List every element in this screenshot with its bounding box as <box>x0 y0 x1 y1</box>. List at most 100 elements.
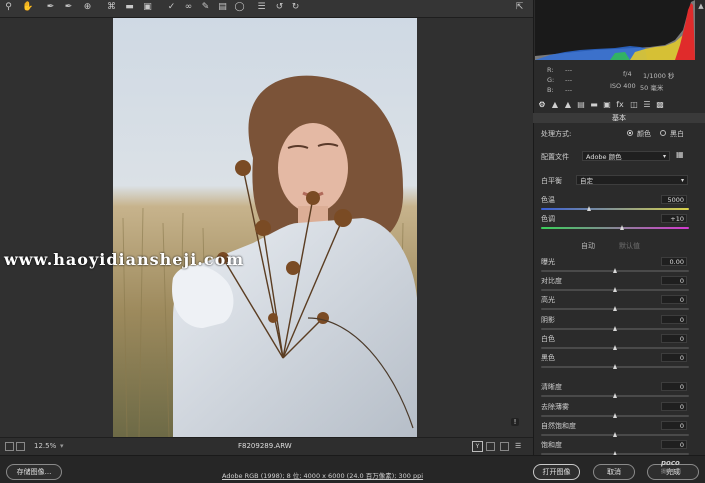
chevron-down-icon: ▾ <box>662 153 666 160</box>
wb-label: 白平衡 <box>541 177 562 185</box>
slider-track[interactable] <box>541 208 689 210</box>
bw-option-label[interactable]: 黑白 <box>670 129 684 139</box>
radial-filter-icon[interactable]: ◯ <box>234 2 245 13</box>
slider-thumb[interactable] <box>612 268 617 273</box>
slider-value-input[interactable]: 0 <box>661 334 687 343</box>
color-radio[interactable] <box>627 130 633 136</box>
color-option-label[interactable]: 颜色 <box>637 129 651 139</box>
slider-thumb[interactable] <box>612 287 617 292</box>
slider-thumb[interactable] <box>612 393 617 398</box>
transform-icon[interactable]: ▣ <box>142 2 153 13</box>
tab-calibration-icon[interactable]: ◫ <box>629 99 639 110</box>
slider-value-input[interactable]: 0 <box>661 421 687 430</box>
bottom-bar: 存储图像... Adobe RGB (1998); 8 位; 4000 x 60… <box>0 455 705 483</box>
g-value: --- <box>565 76 573 84</box>
rotate-right-icon[interactable]: ↻ <box>290 2 301 13</box>
slider-label: 白色 <box>541 335 555 343</box>
tab-detail-icon[interactable]: ▲ <box>563 99 573 110</box>
slider-thumb[interactable] <box>612 364 617 369</box>
shutter: 1/1000 秒 <box>643 72 675 80</box>
crop-icon[interactable]: ⌘ <box>106 2 117 13</box>
auto-link[interactable]: 自动 <box>581 241 595 251</box>
section-title: 基本 <box>533 113 705 123</box>
tab-snapshots-icon[interactable]: ▩ <box>655 99 665 110</box>
compare-y-icon[interactable]: Y <box>472 441 483 452</box>
brand-logo: poco <box>661 459 680 467</box>
open-image-button[interactable]: 打开图像 <box>533 464 580 480</box>
slider-thumb[interactable] <box>619 225 624 230</box>
preferences-icon[interactable]: ☰ <box>256 2 267 13</box>
zoom-icon[interactable]: ⚲ <box>3 2 14 13</box>
color-sampler-icon[interactable]: ✒ <box>63 2 74 13</box>
slider-label: 曝光 <box>541 258 555 266</box>
fullscreen-icon[interactable]: ⇱ <box>514 2 525 13</box>
image-canvas[interactable]: www.haoyidiansheji.com ! <box>0 18 533 437</box>
graduated-filter-icon[interactable]: ▤ <box>217 2 228 13</box>
zoom-in-icon[interactable] <box>16 442 25 451</box>
view-settings-icon[interactable]: ☰ <box>515 438 521 455</box>
tab-basic-icon[interactable]: ⚙ <box>537 99 547 110</box>
zoom-level[interactable]: 12.5% <box>34 438 56 455</box>
profile-browser-icon[interactable]: ▦ <box>676 150 684 159</box>
zoom-chevron-icon[interactable]: ▾ <box>60 438 64 455</box>
slider-thumb[interactable] <box>612 413 617 418</box>
hand-icon[interactable]: ✋ <box>22 2 33 13</box>
slider-value-input[interactable]: 0 <box>661 276 687 285</box>
focal-length: 50 毫米 <box>640 84 664 92</box>
b-label: B: <box>547 86 554 94</box>
slider-label: 色调 <box>541 215 555 223</box>
zoom-out-icon[interactable] <box>5 442 14 451</box>
slider-thumb[interactable] <box>612 345 617 350</box>
slider-value-input[interactable]: +10 <box>661 214 687 223</box>
slider-thumb[interactable] <box>612 432 617 437</box>
default-link[interactable]: 默认值 <box>619 241 640 251</box>
wb-select[interactable]: 自定 ▾ <box>576 175 688 185</box>
clipping-warning-icon[interactable]: ▲ <box>697 2 705 10</box>
copy-settings-icon[interactable] <box>500 442 509 451</box>
slider-thumb[interactable] <box>612 326 617 331</box>
slider-thumb[interactable] <box>587 206 592 211</box>
profile-select[interactable]: Adobe 颜色 ▾ <box>582 151 670 161</box>
adjustment-brush-icon[interactable]: ✎ <box>200 2 211 13</box>
tab-split-toning-icon[interactable]: ▬ <box>589 99 599 110</box>
tab-hsl-icon[interactable]: ▤ <box>576 99 586 110</box>
rgb-readout: R: --- G: --- B: --- f/4 1/1000 秒 ISO 40… <box>535 62 695 96</box>
slider-label: 黑色 <box>541 354 555 362</box>
bw-radio[interactable] <box>660 130 666 136</box>
slider-value-input[interactable]: 0.00 <box>661 257 687 266</box>
straighten-icon[interactable]: ▬ <box>124 2 135 13</box>
slider-label: 阴影 <box>541 316 555 324</box>
slider-value-input[interactable]: 0 <box>661 295 687 304</box>
save-image-button[interactable]: 存储图像... <box>6 464 62 480</box>
warning-icon[interactable]: ! <box>511 418 519 426</box>
slider-value-input[interactable]: 0 <box>661 382 687 391</box>
tab-presets-icon[interactable]: ☰ <box>642 99 652 110</box>
spot-removal-icon[interactable]: ✓ <box>166 2 177 13</box>
white-balance-icon[interactable]: ✒ <box>45 2 56 13</box>
workflow-options-link[interactable]: Adobe RGB (1998); 8 位; 4000 x 6000 (24.0… <box>222 470 423 480</box>
redeye-icon[interactable]: ∞ <box>183 2 194 13</box>
cancel-button[interactable]: 取消 <box>593 464 635 480</box>
swap-icon[interactable] <box>486 442 495 451</box>
slider-value-input[interactable]: 0 <box>661 440 687 449</box>
slider-value-input[interactable]: 0 <box>661 353 687 362</box>
g-label: G: <box>547 76 555 84</box>
slider-value-input[interactable]: 5000 <box>661 195 687 204</box>
tab-tone-curve-icon[interactable]: ▲ <box>550 99 560 110</box>
targeted-adjust-icon[interactable]: ⊕ <box>82 2 93 13</box>
tab-effects-icon[interactable]: fx <box>615 99 625 110</box>
treatment-label: 处理方式: <box>541 130 572 138</box>
wb-value: 自定 <box>580 177 593 185</box>
rotate-left-icon[interactable]: ↺ <box>274 2 285 13</box>
slider-label: 饱和度 <box>541 441 562 449</box>
r-label: R: <box>547 66 554 74</box>
histogram <box>535 0 695 60</box>
iso: ISO 400 <box>610 82 636 90</box>
file-name: F8209289.ARW <box>238 442 292 450</box>
slider-track[interactable] <box>541 227 689 229</box>
slider-thumb[interactable] <box>612 306 617 311</box>
panel-tabs: ⚙ ▲ ▲ ▤ ▬ ▣ fx ◫ ☰ ▩ <box>537 99 667 112</box>
slider-value-input[interactable]: 0 <box>661 402 687 411</box>
tab-lens-icon[interactable]: ▣ <box>602 99 612 110</box>
slider-value-input[interactable]: 0 <box>661 315 687 324</box>
